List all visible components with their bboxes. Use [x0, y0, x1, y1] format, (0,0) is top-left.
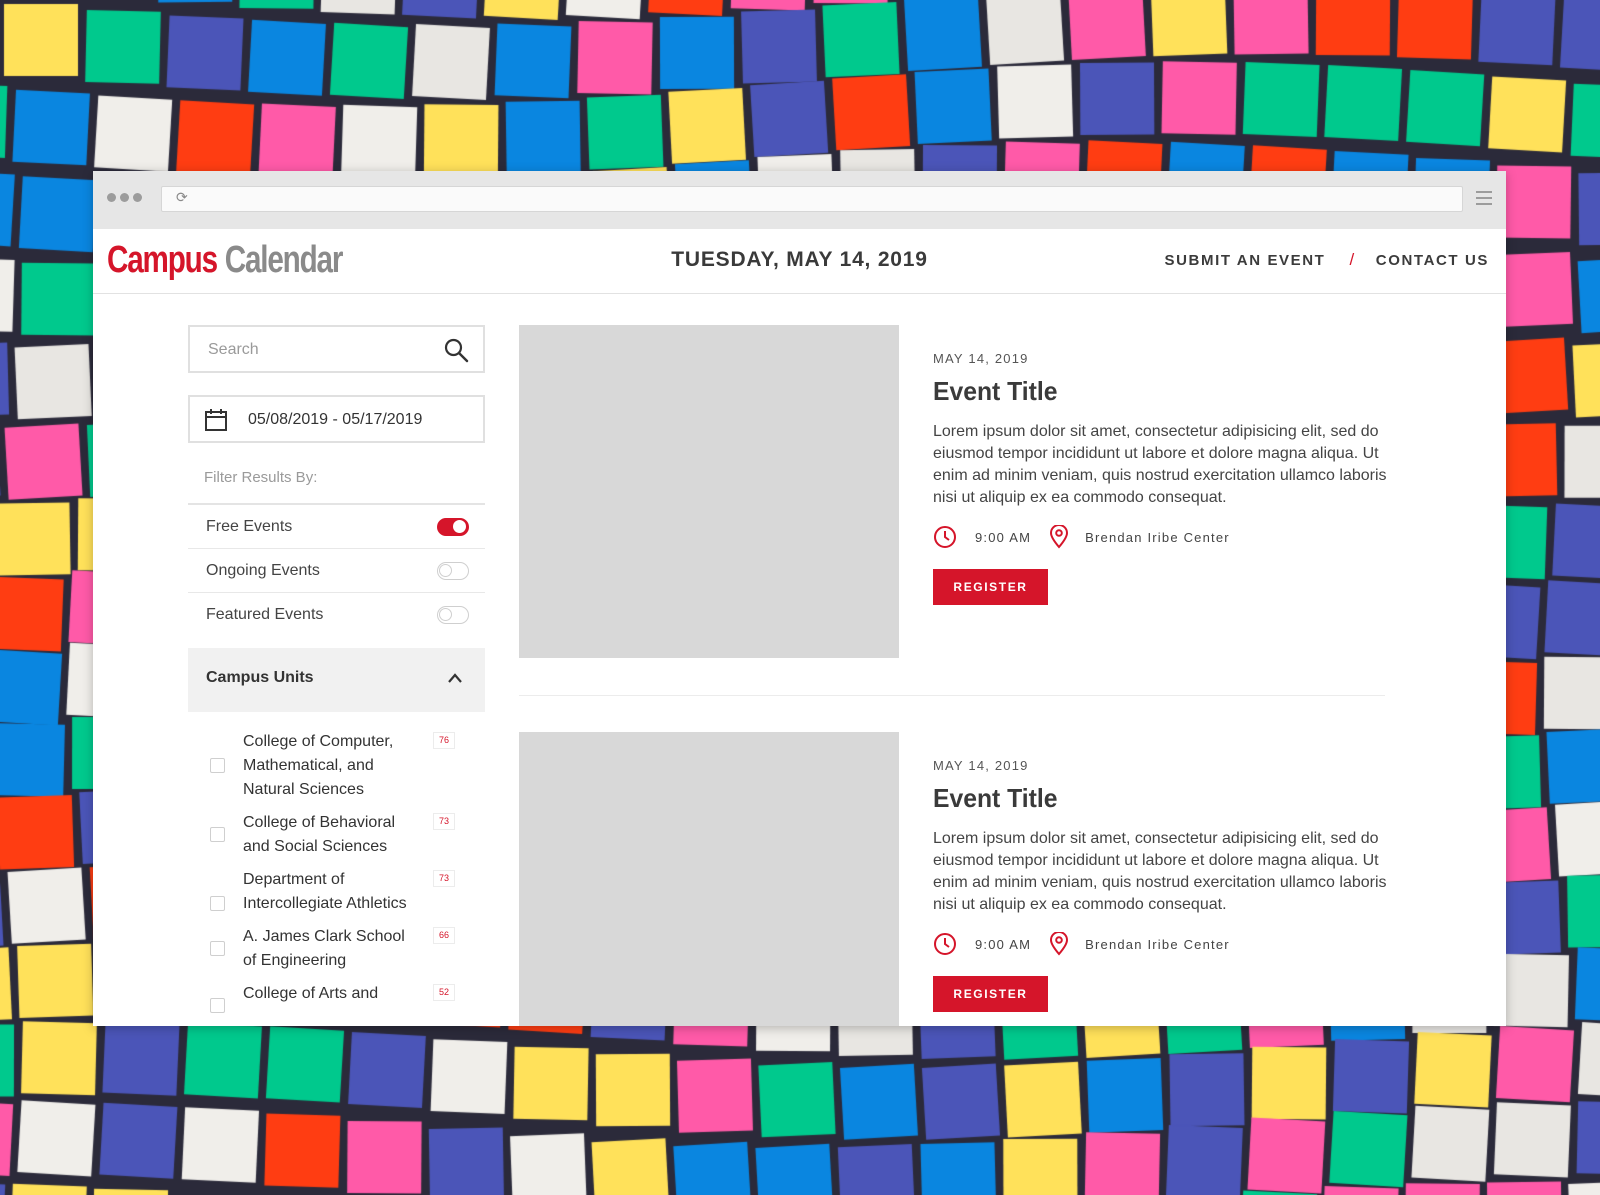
event-feed: MAY 14, 2019 Event Title Lorem ipsum dol…	[519, 325, 1479, 1026]
filter-item-label: Free Events	[206, 518, 293, 535]
clock-icon	[934, 526, 956, 548]
event-image-placeholder[interactable]	[519, 732, 899, 1026]
unit-count-badge: 52	[433, 984, 455, 1001]
unit-checkbox[interactable]	[210, 941, 225, 956]
window-controls[interactable]	[107, 193, 142, 202]
featured-events-toggle[interactable]	[437, 606, 469, 624]
register-button[interactable]: REGISTER	[933, 569, 1048, 605]
unit-name[interactable]: College of Computer, Mathematical, and N…	[243, 730, 421, 802]
unit-checkbox[interactable]	[210, 998, 225, 1013]
unit-item: College of Arts and 52	[188, 982, 485, 1013]
event-description: Lorem ipsum dolor sit amet, consectetur …	[933, 830, 1387, 913]
event-title[interactable]: Event Title	[933, 783, 1370, 814]
event-title[interactable]: Event Title	[933, 376, 1370, 407]
filter-free-events: Free Events	[188, 505, 485, 549]
location-pin-icon	[1050, 525, 1069, 549]
unit-item: College of Computer, Mathematical, and N…	[188, 730, 485, 802]
free-events-toggle[interactable]	[437, 518, 469, 536]
unit-checkbox[interactable]	[210, 896, 225, 911]
unit-count-badge: 73	[433, 870, 455, 887]
unit-checkbox[interactable]	[210, 758, 225, 773]
reload-icon[interactable]: ⟳	[176, 189, 188, 206]
unit-name[interactable]: College of Behavioral and Social Science…	[243, 811, 421, 859]
browser-toolbar: ⟳	[93, 171, 1506, 229]
search-box	[188, 325, 485, 373]
event-meta: 9:00 AM Brendan Iribe Center	[933, 932, 1393, 956]
filter-label: Filter Results By:	[204, 469, 318, 486]
unit-name[interactable]: A. James Clark School of Engineering	[243, 925, 421, 973]
event-image-placeholder[interactable]	[519, 325, 899, 658]
chevron-up-icon[interactable]	[447, 672, 463, 684]
browser-window: ⟳ Campus Calendar TUESDAY, MAY 14, 2019 S…	[93, 171, 1506, 1026]
unit-name[interactable]: College of Arts and	[243, 982, 421, 1006]
location-pin-icon	[1050, 932, 1069, 956]
event-time: 9:00 AM	[975, 529, 1032, 545]
hamburger-menu-icon[interactable]	[1476, 191, 1492, 205]
unit-name[interactable]: Department of Intercollegiate Athletics	[243, 868, 421, 916]
filter-item-label: Featured Events	[206, 606, 324, 623]
search-input[interactable]	[206, 337, 430, 363]
header-nav: SUBMIT AN EVENT / CONTACT US	[1165, 250, 1490, 270]
clock-icon	[934, 933, 956, 955]
unit-item: College of Behavioral and Social Science…	[188, 811, 485, 859]
event-location: Brendan Iribe Center	[1085, 936, 1230, 952]
unit-item: Department of Intercollegiate Athletics …	[188, 868, 485, 916]
event-details: MAY 14, 2019 Event Title Lorem ipsum dol…	[933, 758, 1393, 1012]
event-time: 9:00 AM	[975, 936, 1032, 952]
filter-list: Free Events Ongoing Events Featured Even…	[188, 503, 485, 636]
unit-count-badge: 76	[433, 732, 455, 749]
event-meta: 9:00 AM Brendan Iribe Center	[933, 525, 1393, 549]
event-card: MAY 14, 2019 Event Title Lorem ipsum dol…	[519, 325, 1479, 696]
contact-us-link[interactable]: CONTACT US	[1376, 252, 1489, 269]
search-icon[interactable]	[443, 337, 469, 363]
campus-units-accordion[interactable]: Campus Units	[188, 648, 485, 712]
filter-item-label: Ongoing Events	[206, 562, 320, 579]
event-details: MAY 14, 2019 Event Title Lorem ipsum dol…	[933, 351, 1393, 605]
unit-checkbox[interactable]	[210, 827, 225, 842]
campus-units-list: College of Computer, Mathematical, and N…	[188, 730, 485, 1013]
address-bar[interactable]: ⟳	[161, 186, 1463, 212]
date-range-value: 05/08/2019 - 05/17/2019	[248, 411, 423, 428]
nav-separator: /	[1349, 250, 1356, 269]
event-date: MAY 14, 2019	[933, 351, 1029, 366]
event-description: Lorem ipsum dolor sit amet, consectetur …	[933, 423, 1387, 506]
calendar-icon	[205, 409, 227, 431]
event-date: MAY 14, 2019	[933, 758, 1029, 773]
filter-ongoing-events: Ongoing Events	[188, 549, 485, 593]
event-card: MAY 14, 2019 Event Title Lorem ipsum dol…	[519, 732, 1479, 1026]
unit-item: A. James Clark School of Engineering 66	[188, 925, 485, 973]
unit-count-badge: 66	[433, 927, 455, 944]
campus-units-title: Campus Units	[206, 669, 314, 686]
ongoing-events-toggle[interactable]	[437, 562, 469, 580]
submit-event-link[interactable]: SUBMIT AN EVENT	[1165, 252, 1326, 269]
unit-count-badge: 73	[433, 813, 455, 830]
register-button[interactable]: REGISTER	[933, 976, 1048, 1012]
event-divider	[519, 695, 1385, 696]
filter-featured-events: Featured Events	[188, 593, 485, 636]
date-range-picker[interactable]: 05/08/2019 - 05/17/2019	[188, 395, 485, 443]
site-header: Campus Calendar TUESDAY, MAY 14, 2019 SUB…	[93, 229, 1506, 294]
event-location: Brendan Iribe Center	[1085, 529, 1230, 545]
filter-sidebar: 05/08/2019 - 05/17/2019 Filter Results B…	[188, 325, 485, 1015]
